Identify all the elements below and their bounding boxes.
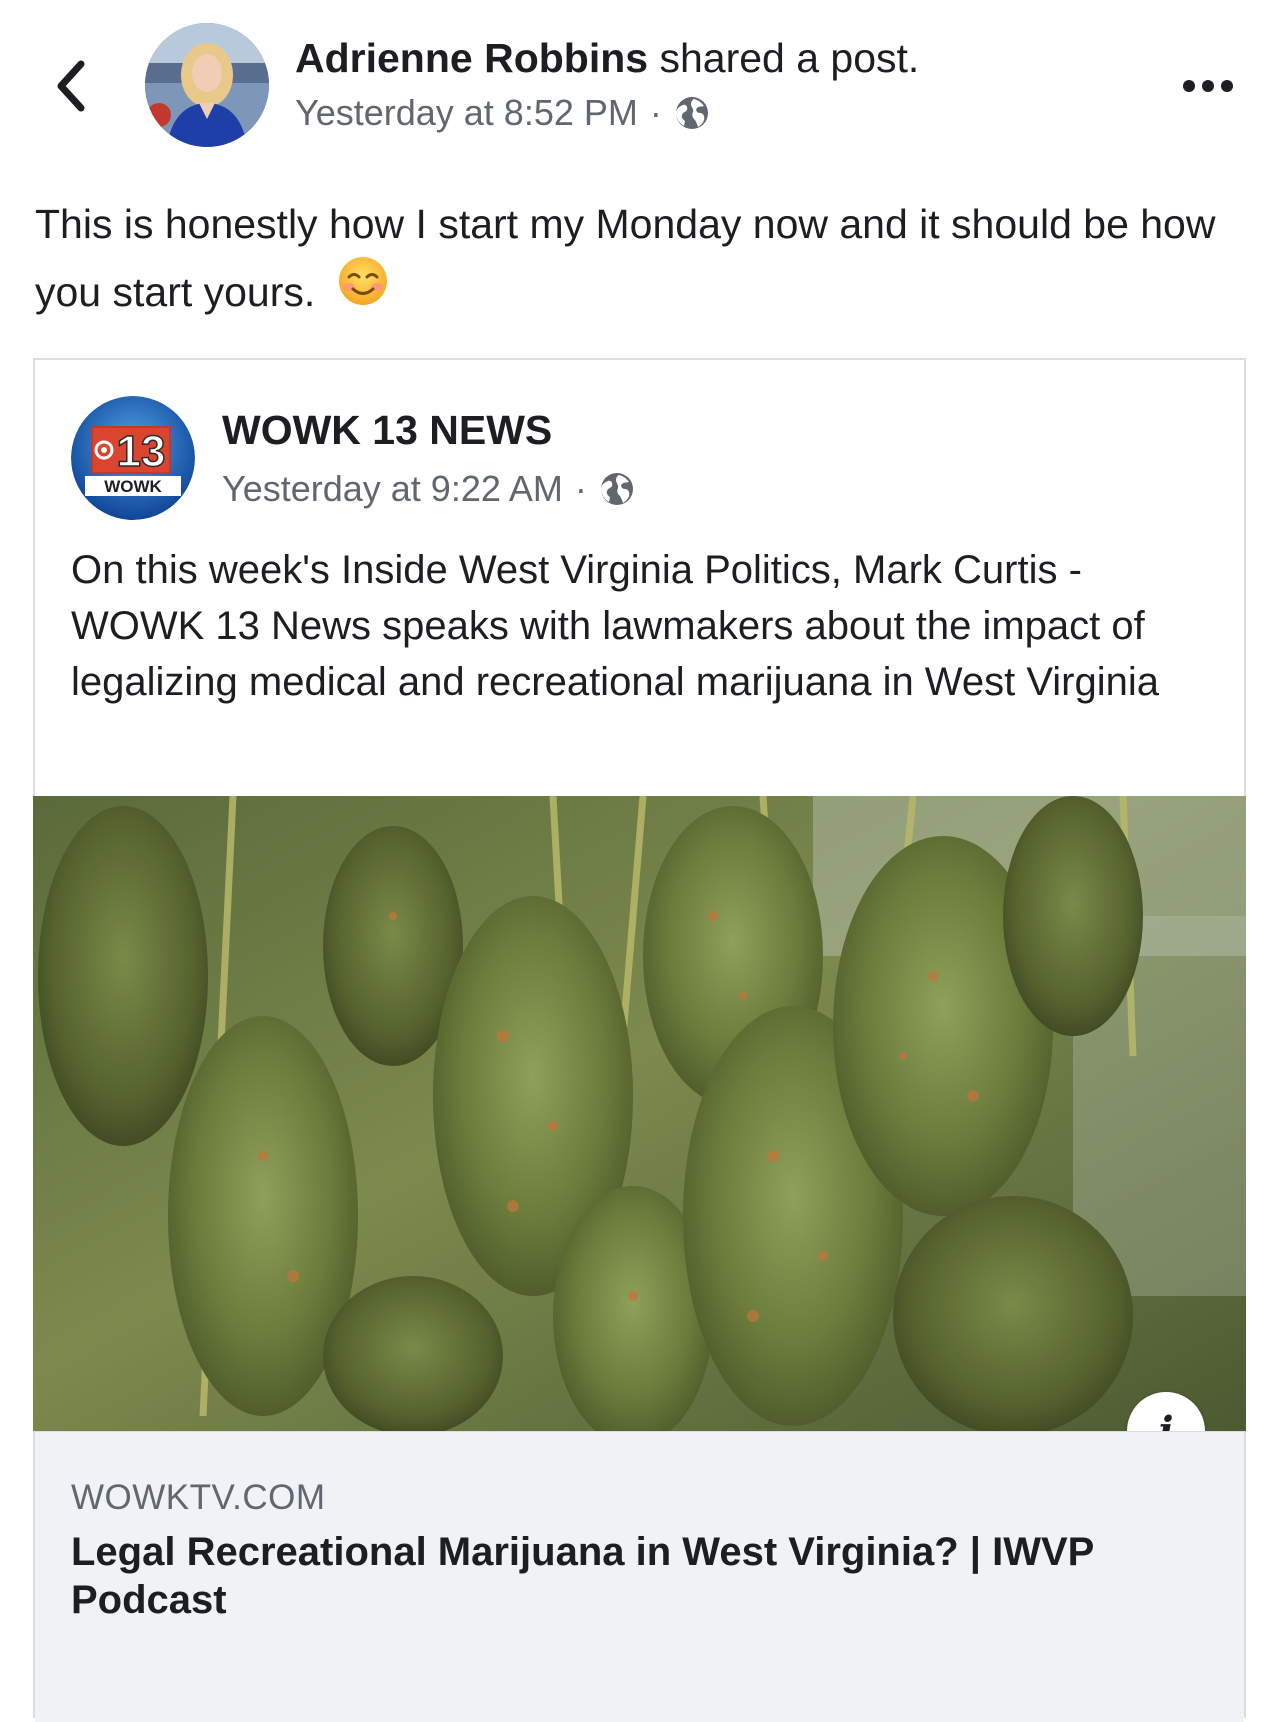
logo-number: 13 (117, 427, 166, 476)
link-preview-footer[interactable]: WOWKTV.COM Legal Recreational Marijuana … (35, 1431, 1244, 1722)
link-title[interactable]: Legal Recreational Marijuana in West Vir… (71, 1528, 1221, 1624)
meta-separator: · (649, 92, 662, 133)
link-domain: WOWKTV.COM (71, 1478, 326, 1517)
post-timestamp[interactable]: Yesterday at 8:52 PM (295, 88, 638, 138)
smiling-face-icon (337, 255, 389, 327)
logo-text: WOWK (104, 477, 162, 496)
shared-post-text: On this week's Inside West Virginia Poli… (71, 548, 1159, 704)
shared-meta-separator: · (574, 468, 587, 509)
globe-icon (675, 97, 708, 129)
shared-post-card[interactable]: 13 WOWK WOWK 13 NEWS Yesterday at 9:22 A… (33, 358, 1246, 1722)
chevron-left-icon (57, 60, 85, 112)
post-text: This is honestly how I start my Monday n… (35, 190, 1245, 327)
shared-post-timestamp[interactable]: Yesterday at 9:22 AM (222, 464, 563, 514)
page-logo[interactable]: 13 WOWK (71, 396, 195, 520)
author-action: shared a post. (659, 35, 920, 81)
more-options-button[interactable] (1178, 66, 1238, 106)
ellipsis-icon (1183, 80, 1233, 92)
avatar-photo (145, 23, 269, 147)
globe-icon (600, 473, 633, 505)
author-avatar[interactable] (145, 23, 269, 147)
shared-post-meta: Yesterday at 9:22 AM · (222, 464, 635, 514)
post-body: This is honestly how I start my Monday n… (35, 201, 1216, 315)
author-name[interactable]: Adrienne Robbins (295, 35, 648, 81)
back-button[interactable] (42, 52, 98, 120)
post-meta: Yesterday at 8:52 PM · (295, 88, 710, 138)
page-name[interactable]: WOWK 13 NEWS (222, 404, 552, 456)
author-line: Adrienne Robbins shared a post. (295, 30, 919, 86)
link-preview-image[interactable] (33, 796, 1246, 1431)
